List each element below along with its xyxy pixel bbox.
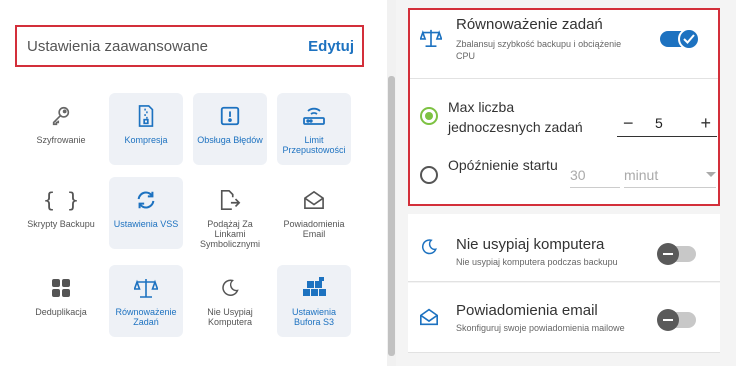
router-icon [302,97,326,135]
task-balancing-title: Równoważenie zadań [456,16,603,33]
minus-icon [657,309,679,331]
scrollbar-thumb[interactable] [388,76,395,356]
moon-icon [220,269,240,307]
tile-prevent-sleep[interactable]: Nie Usypiaj Komputera [193,265,267,337]
sync-icon [135,181,157,219]
chevron-down-icon [706,172,716,177]
task-balancing-description: Zbalansuj szybkość backupu i obciążenie … [456,39,622,61]
start-delay-unit-select[interactable]: minut [624,164,716,188]
advanced-settings-header: Ustawienia zaawansowane Edytuj [15,25,364,67]
max-tasks-radio[interactable] [420,107,438,125]
tile-label: Limit Przepustowości [282,135,346,155]
cubes-icon [301,269,327,307]
max-tasks-label: Max liczba jednoczesnych zadań [448,99,583,135]
tile-label: Ustawienia Bufora S3 [291,307,337,327]
moon-icon [420,238,438,261]
max-tasks-stepper[interactable]: − 5 + [617,111,717,137]
tile-email-notifications[interactable]: Powiadomienia Email [277,177,351,249]
email-notifications-card: Powiadomienia email Skonfiguruj swoje po… [408,283,720,353]
tile-bandwidth-limit[interactable]: Limit Przepustowości [277,93,351,165]
prevent-sleep-toggle[interactable] [657,243,696,265]
tile-label: Podążaj Za Linkami Symbolicznymi [199,219,260,249]
tile-label: Obsługa Błędów [197,135,263,145]
grid-squares-icon [51,269,71,307]
tile-backup-scripts[interactable]: { } Skrypty Backupu [24,177,98,249]
file-link-icon [219,181,241,219]
tile-label: Kompresja [124,135,168,145]
error-box-icon [219,97,241,135]
start-delay-radio[interactable] [420,166,438,184]
tile-compression[interactable]: Kompresja [109,93,183,165]
increment-button[interactable]: + [700,111,711,135]
tile-label: Równoważenie Zadań [115,307,177,327]
start-delay-label: Opóźnienie startu [448,157,558,173]
start-delay-unit-value: minut [624,167,659,183]
advanced-settings-panel: Ustawienia zaawansowane Edytuj Szyfrowan… [0,0,386,366]
email-notifications-title: Powiadomienia email [456,302,598,319]
prevent-sleep-title: Nie usypiaj komputera [456,236,605,253]
email-notifications-description: Skonfiguruj swoje powiadomienia mailowe [456,323,625,333]
task-balancing-card: Równoważenie zadań Zbalansuj szybkość ba… [408,8,720,206]
left-panel-scrollbar[interactable] [387,0,396,366]
key-icon [50,97,72,135]
compressed-file-icon [137,97,155,135]
tile-deduplication[interactable]: Deduplikacja [24,265,98,337]
max-tasks-value[interactable]: 5 [655,115,663,131]
envelope-icon [303,181,325,219]
tile-follow-symlinks[interactable]: Podążaj Za Linkami Symbolicznymi [193,177,267,249]
tile-s3-buffer[interactable]: Ustawienia Bufora S3 [277,265,351,337]
tile-error-handling[interactable]: Obsługa Błędów [193,93,267,165]
advanced-settings-title: Ustawienia zaawansowane [27,37,208,55]
settings-detail-panel: Równoważenie zadań Zbalansuj szybkość ba… [396,0,736,366]
tile-label: Nie Usypiaj Komputera [207,307,253,327]
tile-label: Szyfrowanie [36,135,86,145]
task-balancing-toggle[interactable] [660,28,700,50]
tile-label: Powiadomienia Email [283,219,345,239]
braces-icon: { } [42,188,80,212]
tile-vss-settings[interactable]: Ustawienia VSS [109,177,183,249]
start-delay-input[interactable]: 30 [570,164,620,188]
prevent-sleep-card: Nie usypiaj komputera Nie usypiaj komput… [408,214,720,282]
balance-scale-icon [134,269,158,307]
envelope-icon [419,308,439,331]
edit-button[interactable]: Edytuj [308,38,354,55]
tile-label: Deduplikacja [35,307,87,317]
decrement-button[interactable]: − [623,111,634,135]
minus-icon [657,243,679,265]
check-icon [678,28,700,50]
tile-encryption[interactable]: Szyfrowanie [24,93,98,165]
prevent-sleep-description: Nie usypiaj komputera podczas backupu [456,257,618,267]
tile-label: Ustawienia VSS [113,219,179,229]
email-notifications-toggle[interactable] [657,309,696,331]
tile-label: Skrypty Backupu [27,219,95,229]
divider [408,78,720,79]
balance-scale-icon [419,28,443,53]
tile-task-balancing[interactable]: Równoważenie Zadań [109,265,183,337]
